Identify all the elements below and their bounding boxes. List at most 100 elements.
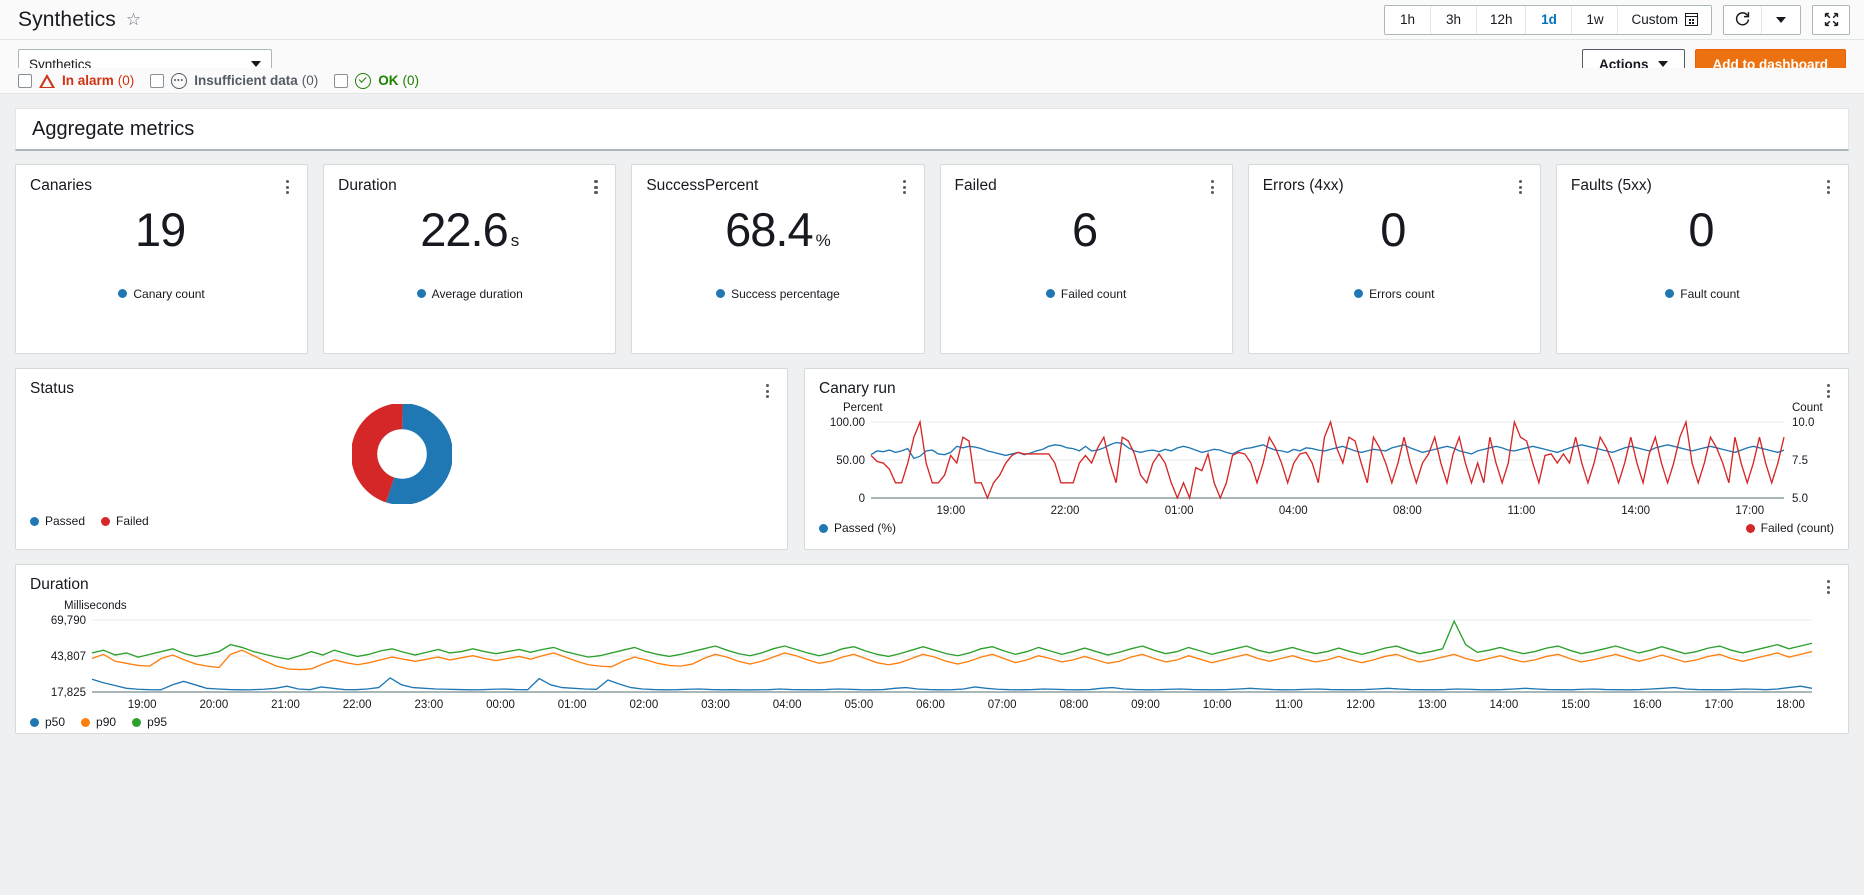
duration-legend-item-p90[interactable]: p90 xyxy=(81,715,116,729)
middle-chart-row: Status Passed Failed Canary run Percent Co… xyxy=(15,368,1849,550)
main-content: Aggregate metrics Canaries 19 Canary count… xyxy=(0,94,1864,734)
status-panel: Status Passed Failed xyxy=(15,368,788,550)
legend-color-dot xyxy=(118,289,128,299)
duration-legend-item-p95[interactable]: p95 xyxy=(132,715,167,729)
duration-panel-menu-button[interactable] xyxy=(1822,577,1836,596)
kpi-card-title: Errors (4xx) xyxy=(1262,177,1344,194)
kpi-card-faults-5xx: Faults (5xx) 0 Fault count xyxy=(1555,164,1850,354)
kpi-card-menu-button[interactable] xyxy=(589,177,603,196)
kpi-legend-label: Errors count xyxy=(1369,286,1435,301)
page-title: Synthetics xyxy=(18,7,116,31)
kpi-value-wrap: 6 xyxy=(955,206,1218,253)
x-tick-label: 14:00 xyxy=(1621,505,1650,517)
kpi-card-title: Duration xyxy=(338,177,397,194)
legend-color-dot xyxy=(30,516,39,526)
time-range-label: 1d xyxy=(1541,12,1557,27)
time-range-1d[interactable]: 1d xyxy=(1526,5,1573,34)
kpi-legend-label: Fault count xyxy=(1680,286,1740,301)
refresh-button-group[interactable] xyxy=(1723,4,1801,35)
time-range-1h[interactable]: 1h xyxy=(1384,5,1431,34)
kpi-card-menu-button[interactable] xyxy=(1514,177,1528,196)
status-filter-insufficient-data[interactable]: Insufficient data (0) xyxy=(150,72,318,89)
status-filter-in-alarm[interactable]: In alarm (0) xyxy=(18,73,134,89)
status-panel-title: Status xyxy=(30,380,74,397)
favorite-star-icon[interactable]: ☆ xyxy=(126,11,141,28)
time-range-selector[interactable]: 1h 3h 12h 1d 1w Custom xyxy=(1383,4,1712,35)
kpi-value: 0 xyxy=(1688,202,1714,256)
x-tick-label: 15:00 xyxy=(1561,699,1590,711)
kpi-legend-label: Failed count xyxy=(1060,286,1127,301)
insufficient-data-icon xyxy=(171,72,188,89)
x-tick-label: 03:00 xyxy=(701,699,730,711)
status-filter-label: OK xyxy=(378,73,399,88)
canary-run-legend: Passed (%) Failed (count) xyxy=(819,521,1834,535)
kpi-legend: Fault count xyxy=(1571,287,1834,301)
fullscreen-button[interactable] xyxy=(1812,4,1850,35)
time-range-12h[interactable]: 12h xyxy=(1476,5,1527,34)
legend-color-dot xyxy=(1354,289,1364,299)
time-range-label: Custom xyxy=(1631,12,1678,27)
legend-label: p50 xyxy=(45,715,66,729)
status-filter-label: Insufficient data xyxy=(194,73,298,88)
chevron-down-icon xyxy=(1657,61,1668,67)
kpi-legend-label: Average duration xyxy=(431,286,523,301)
x-tick-label: 20:00 xyxy=(199,699,228,711)
kpi-card-menu-button[interactable] xyxy=(281,177,295,196)
x-tick-label: 02:00 xyxy=(629,699,658,711)
legend-color-dot xyxy=(416,289,426,299)
refresh-button[interactable] xyxy=(1724,5,1762,34)
duration-panel-title: Duration xyxy=(30,576,89,593)
duration-legend-item-p50[interactable]: p50 xyxy=(30,715,65,729)
refresh-interval-dropdown-button[interactable] xyxy=(1762,5,1800,34)
status-filter-checkbox[interactable] xyxy=(334,73,349,88)
kpi-legend: Average duration xyxy=(338,287,601,301)
kpi-value-wrap: 19 xyxy=(30,206,293,253)
status-panel-menu-button[interactable] xyxy=(761,381,775,400)
series-line-p50 xyxy=(91,677,1813,691)
time-range-1w[interactable]: 1w xyxy=(1572,5,1619,34)
series-line-passed xyxy=(870,441,1785,460)
status-filter-ok[interactable]: OK (0) xyxy=(334,72,419,89)
kpi-card-menu-button[interactable] xyxy=(1206,177,1220,196)
x-tick-label: 17:00 xyxy=(1704,699,1733,711)
top-bar-right-controls: 1h 3h 12h 1d 1w Custom xyxy=(1383,4,1850,35)
refresh-icon xyxy=(1735,12,1750,26)
kpi-value-wrap: 0 xyxy=(1571,206,1834,253)
kpi-card-menu-button[interactable] xyxy=(1822,177,1836,196)
legend-color-dot xyxy=(81,717,91,727)
kpi-card-title: Canaries xyxy=(30,177,93,194)
x-tick-label: 08:00 xyxy=(1059,699,1088,711)
kpi-card-menu-button[interactable] xyxy=(898,177,912,196)
kpi-legend-label: Success percentage xyxy=(731,286,840,301)
x-tick-label: 00:00 xyxy=(486,699,515,711)
y2-tick-label: 5.0 xyxy=(1792,493,1808,505)
x-tick-label: 17:00 xyxy=(1735,505,1764,517)
status-legend-item-passed[interactable]: Passed xyxy=(30,514,85,528)
chevron-down-icon xyxy=(1776,16,1786,23)
x-tick-label: 23:00 xyxy=(414,699,443,711)
status-filter-checkbox[interactable] xyxy=(18,73,32,88)
x-tick-label: 18:00 xyxy=(1776,699,1805,711)
kpi-value: 22.6 xyxy=(420,202,508,256)
status-filter-label: In alarm xyxy=(62,73,114,88)
canary-run-panel-menu-button[interactable] xyxy=(1822,381,1836,400)
x-tick-label: 08:00 xyxy=(1393,505,1422,517)
time-range-3h[interactable]: 3h xyxy=(1430,5,1477,34)
x-tick-label: 04:00 xyxy=(1279,505,1308,517)
status-legend-item-failed[interactable]: Failed xyxy=(101,514,149,528)
time-range-custom[interactable]: Custom xyxy=(1618,5,1711,34)
canary-legend-item-passed[interactable]: Passed (%) xyxy=(819,521,896,535)
kpi-card-row: Canaries 19 Canary count Duration 22.6 s Avera… xyxy=(15,164,1850,354)
kpi-legend: Errors count xyxy=(1263,287,1526,301)
x-tick-label: 07:00 xyxy=(988,699,1017,711)
x-tick-label: 09:00 xyxy=(1131,699,1160,711)
status-filter-checkbox[interactable] xyxy=(150,73,165,88)
canary-legend-item-failed-count[interactable]: Failed (count) xyxy=(1745,521,1834,535)
legend-color-dot xyxy=(30,717,39,727)
legend-color-dot xyxy=(1745,523,1755,533)
x-tick-label: 01:00 xyxy=(1165,505,1194,517)
x-tick-label: 13:00 xyxy=(1418,699,1447,711)
canary-run-panel: Canary run Percent Count 0 50.00 100.00 5.0 7.… xyxy=(804,368,1849,550)
kpi-value: 19 xyxy=(134,202,186,256)
canary-run-chart: Percent Count 0 50.00 100.00 5.0 7.5 10.0 19:00 2… xyxy=(819,400,1834,520)
